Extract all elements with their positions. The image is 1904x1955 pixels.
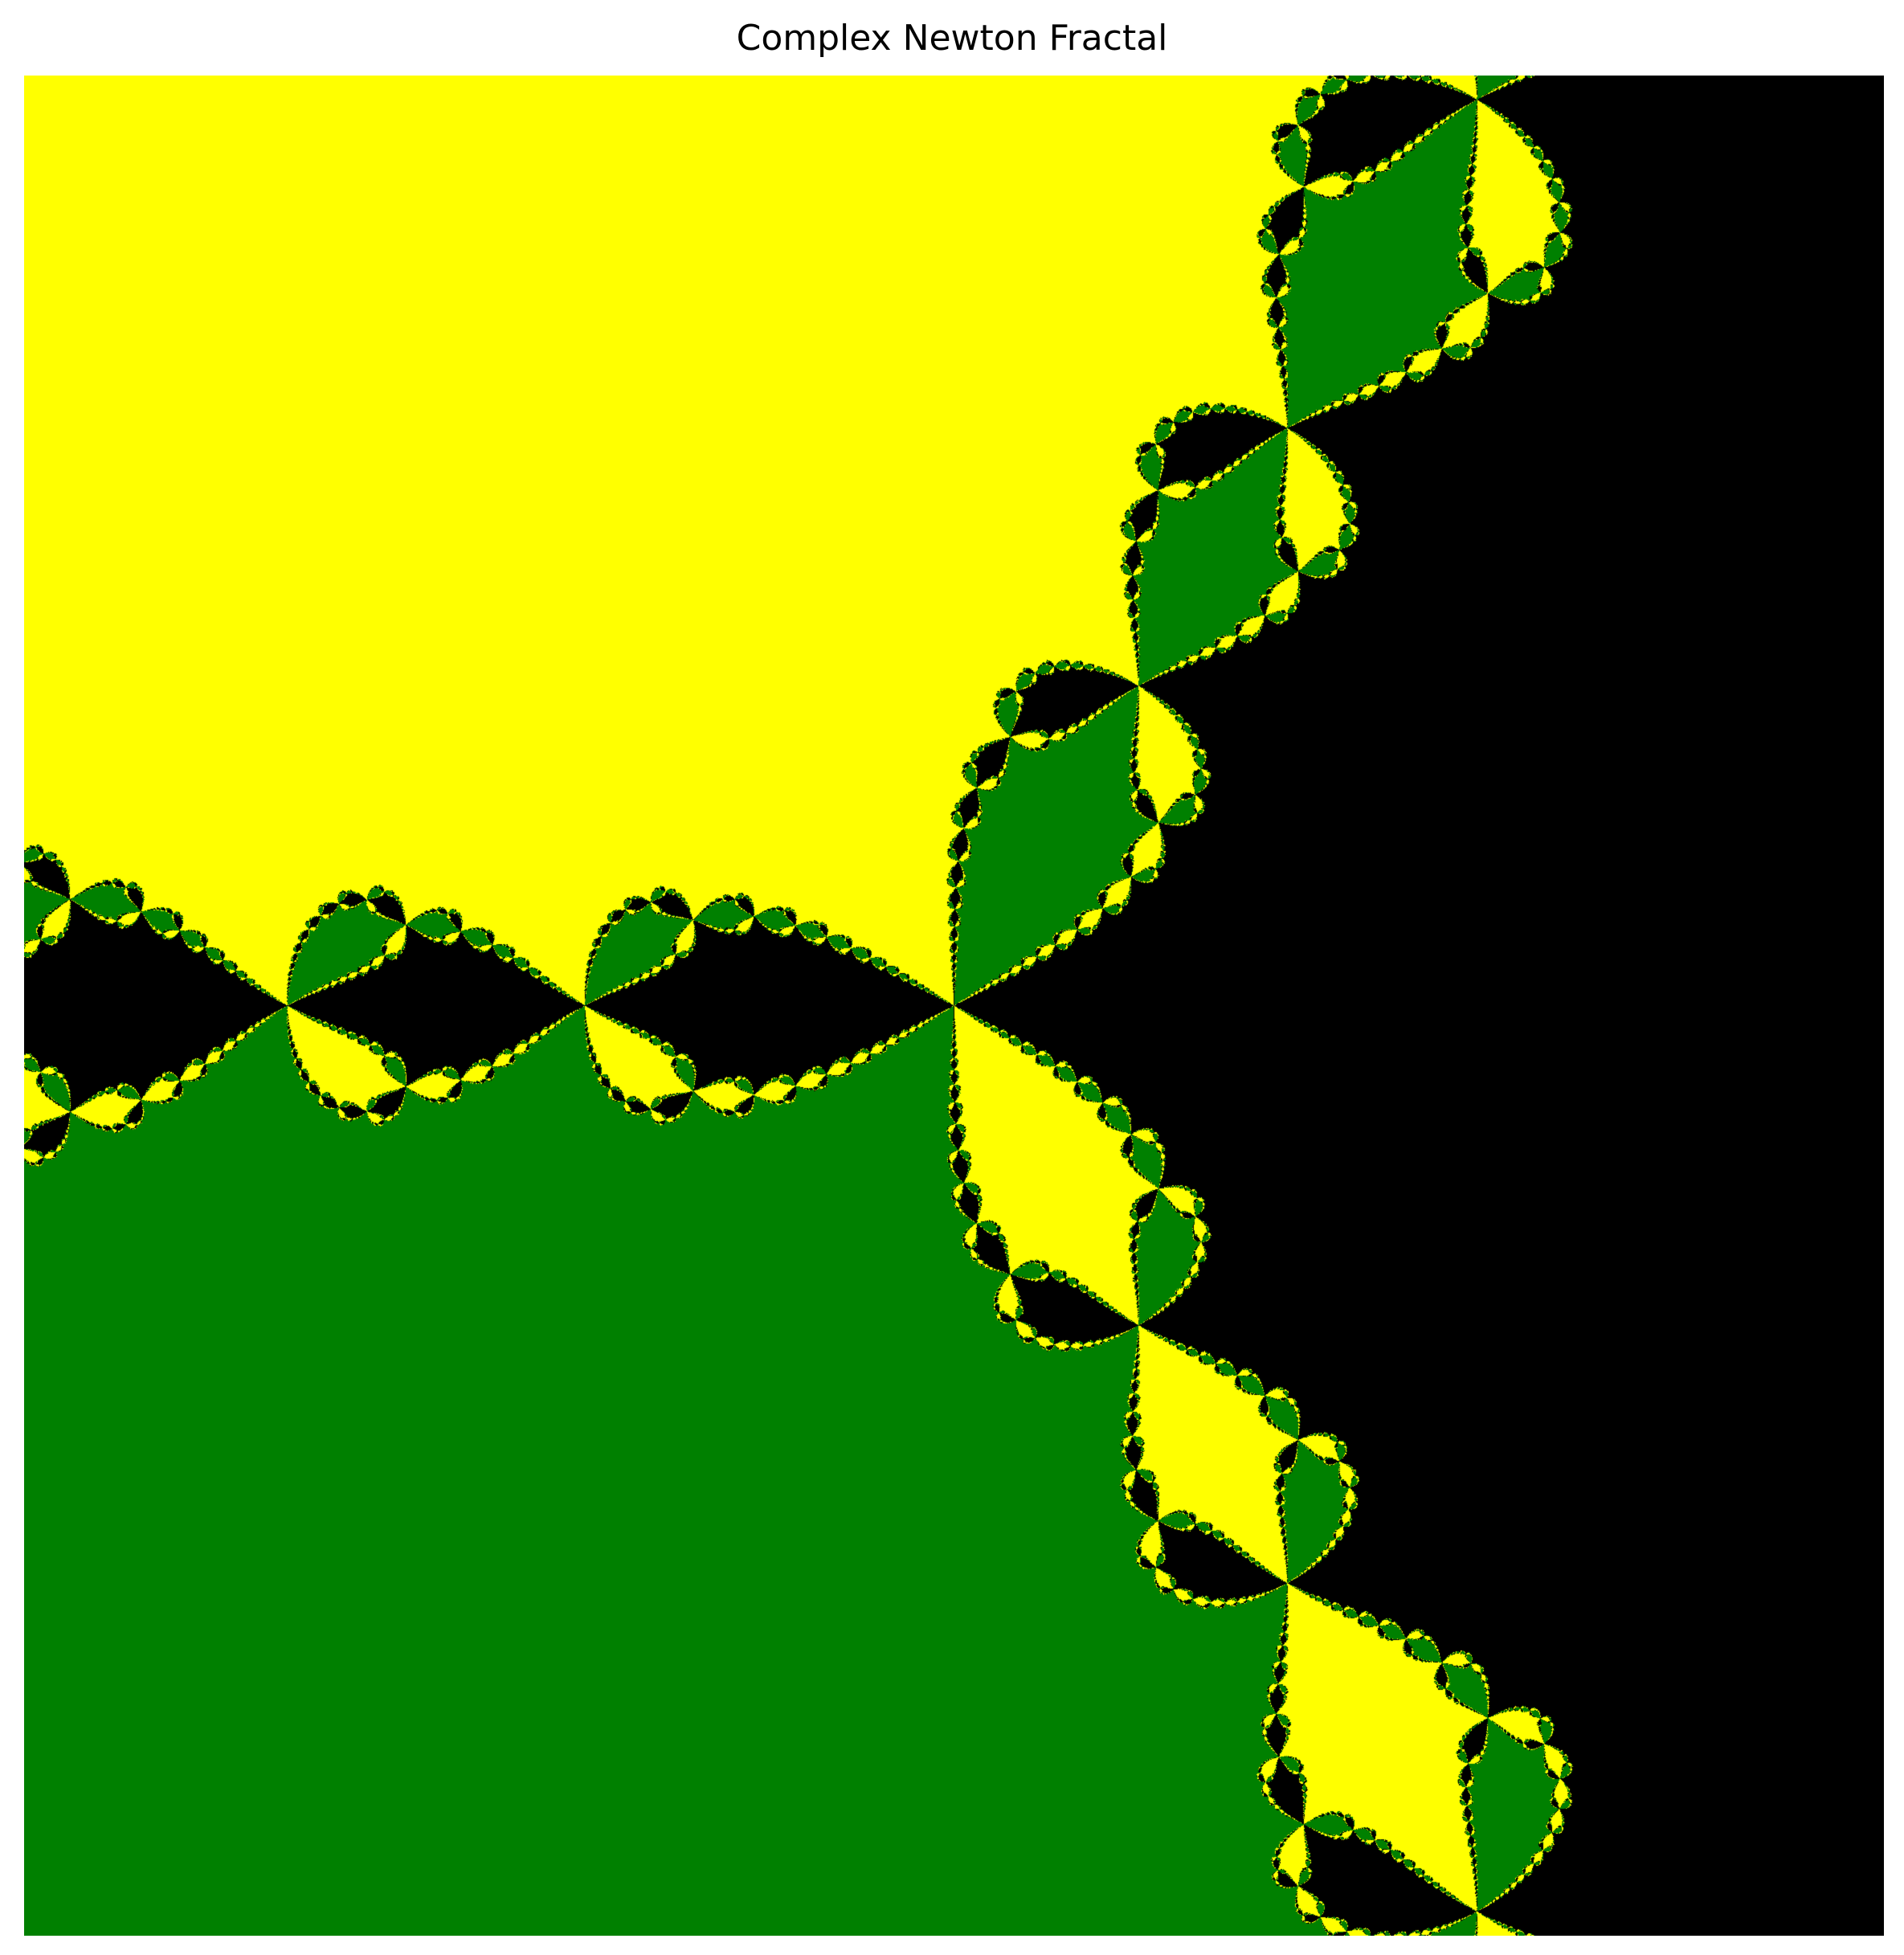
figure: Complex Newton Fractal <box>0 0 1904 1955</box>
chart-title: Complex Newton Fractal <box>736 18 1168 59</box>
newton-fractal-image <box>24 76 1884 1936</box>
